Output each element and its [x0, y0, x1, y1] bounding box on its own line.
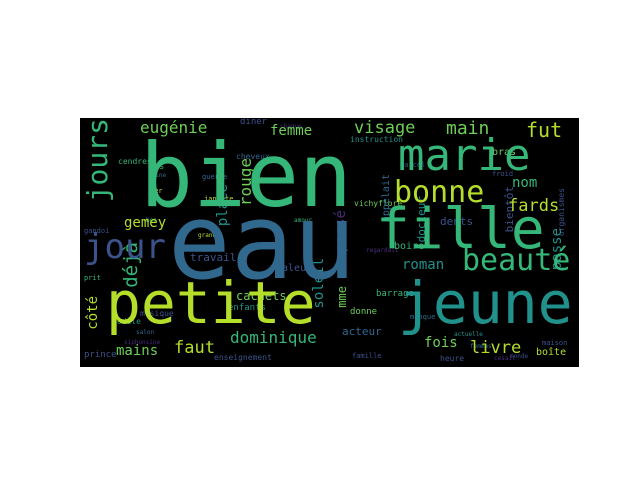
word-prince: prince [84, 350, 117, 360]
word-enseignement: enseignement [214, 353, 272, 362]
word-cote: côté [85, 296, 101, 330]
word-famille: famille [352, 352, 382, 360]
word-jeune: jeune [398, 269, 573, 337]
word-livre: livre [470, 338, 522, 358]
word-mains: mains [116, 343, 159, 359]
word-maison: maison [542, 339, 568, 347]
word-fois: fois [424, 335, 458, 351]
word-jours: jours [81, 118, 114, 203]
word-donne: donne [350, 307, 378, 317]
word-fut: fut [526, 118, 563, 142]
word-acteur: acteur [342, 325, 382, 338]
word-marie: marie [398, 130, 531, 181]
word-faut: faut [174, 338, 215, 358]
word-boite: boîte [536, 347, 567, 358]
word-eau: eau [168, 181, 356, 303]
word-prit: prit [84, 274, 101, 282]
word-cloud: ans peine cendres fer bon gandoi prit mo… [80, 118, 579, 367]
word-jour: jour [84, 227, 166, 267]
word-heure: heure [440, 354, 465, 363]
word-fille: fille [376, 197, 545, 262]
